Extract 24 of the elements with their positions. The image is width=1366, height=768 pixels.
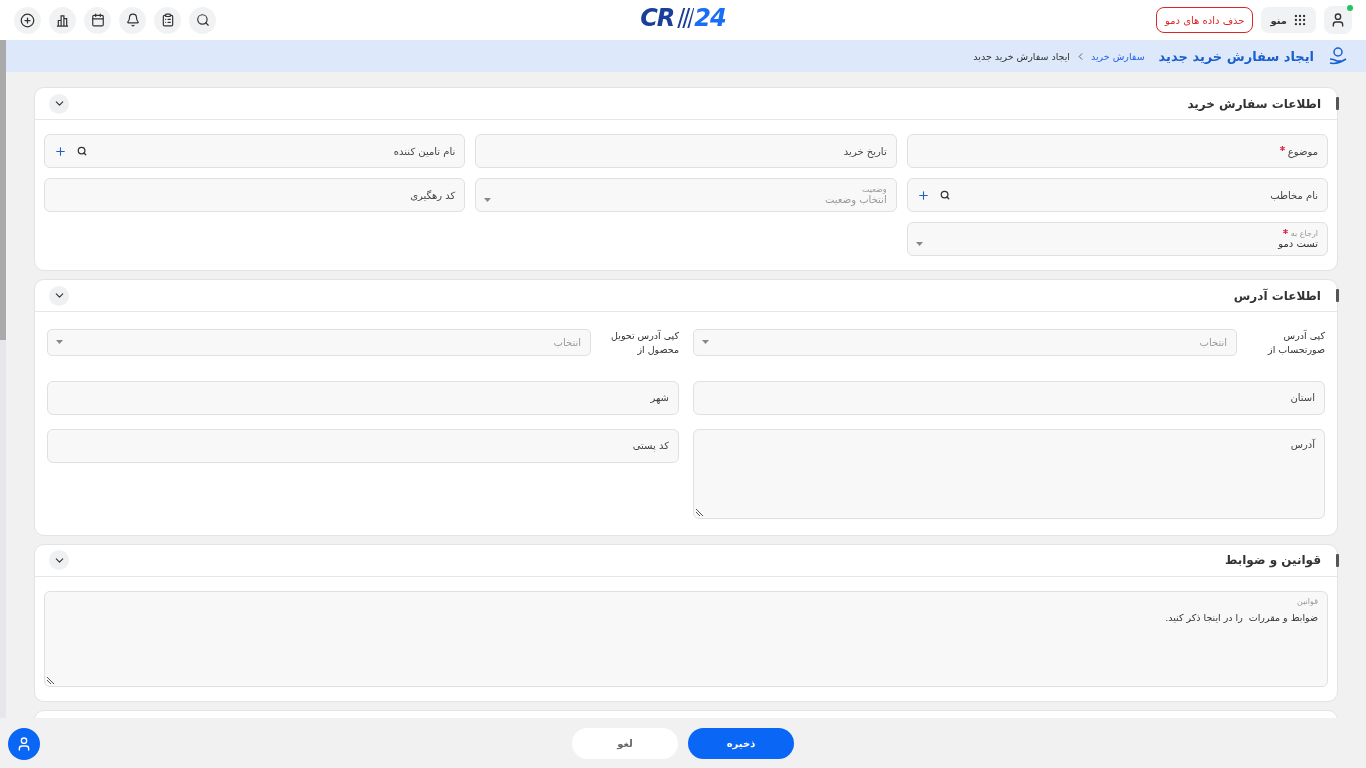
text-area[interactable]: آدرس: [693, 428, 1325, 519]
delete-demo-data-button[interactable]: حذف داده های دمو: [1156, 7, 1254, 33]
section-title: اطلاعات آدرس: [1233, 288, 1321, 303]
cancel-button[interactable]: لغو: [572, 727, 678, 759]
text-area[interactable]: قوانین ضوابط و مقررات را در اینجا ذکر کنید.: [44, 590, 1328, 687]
input-field[interactable]: شهر: [47, 380, 679, 415]
menu-button[interactable]: منو: [1261, 7, 1316, 33]
input-field[interactable]: موضوع: [906, 134, 1328, 168]
select-field[interactable]: ارجاع به تست دمو: [906, 222, 1328, 256]
input-field[interactable]: تاریخ خرید: [475, 134, 897, 168]
field-label: کپی آدرس صورتحساب از: [1266, 329, 1325, 357]
lookup-field[interactable]: نام تامین کننده: [44, 134, 466, 168]
input-field[interactable]: کد پستی: [47, 428, 679, 463]
section-title: قوانین و ضوابط: [1224, 553, 1321, 568]
breadcrumb-link[interactable]: سفارش خرید: [1091, 50, 1145, 62]
section-title: اطلاعات سفارش خرید: [1187, 96, 1321, 111]
input-field[interactable]: استان: [693, 380, 1325, 415]
logo-text: CR: [640, 4, 675, 32]
page-title: ایجاد سفارش خرید جدید: [1158, 48, 1314, 64]
logo-text: 24: [694, 4, 726, 32]
field-label: کپی آدرس تحویل محصول از: [610, 329, 679, 357]
save-button[interactable]: ذخیره: [688, 727, 794, 759]
input-field[interactable]: کد رهگیری: [44, 178, 466, 212]
lookup-field[interactable]: نام مخاطب: [906, 178, 1328, 212]
